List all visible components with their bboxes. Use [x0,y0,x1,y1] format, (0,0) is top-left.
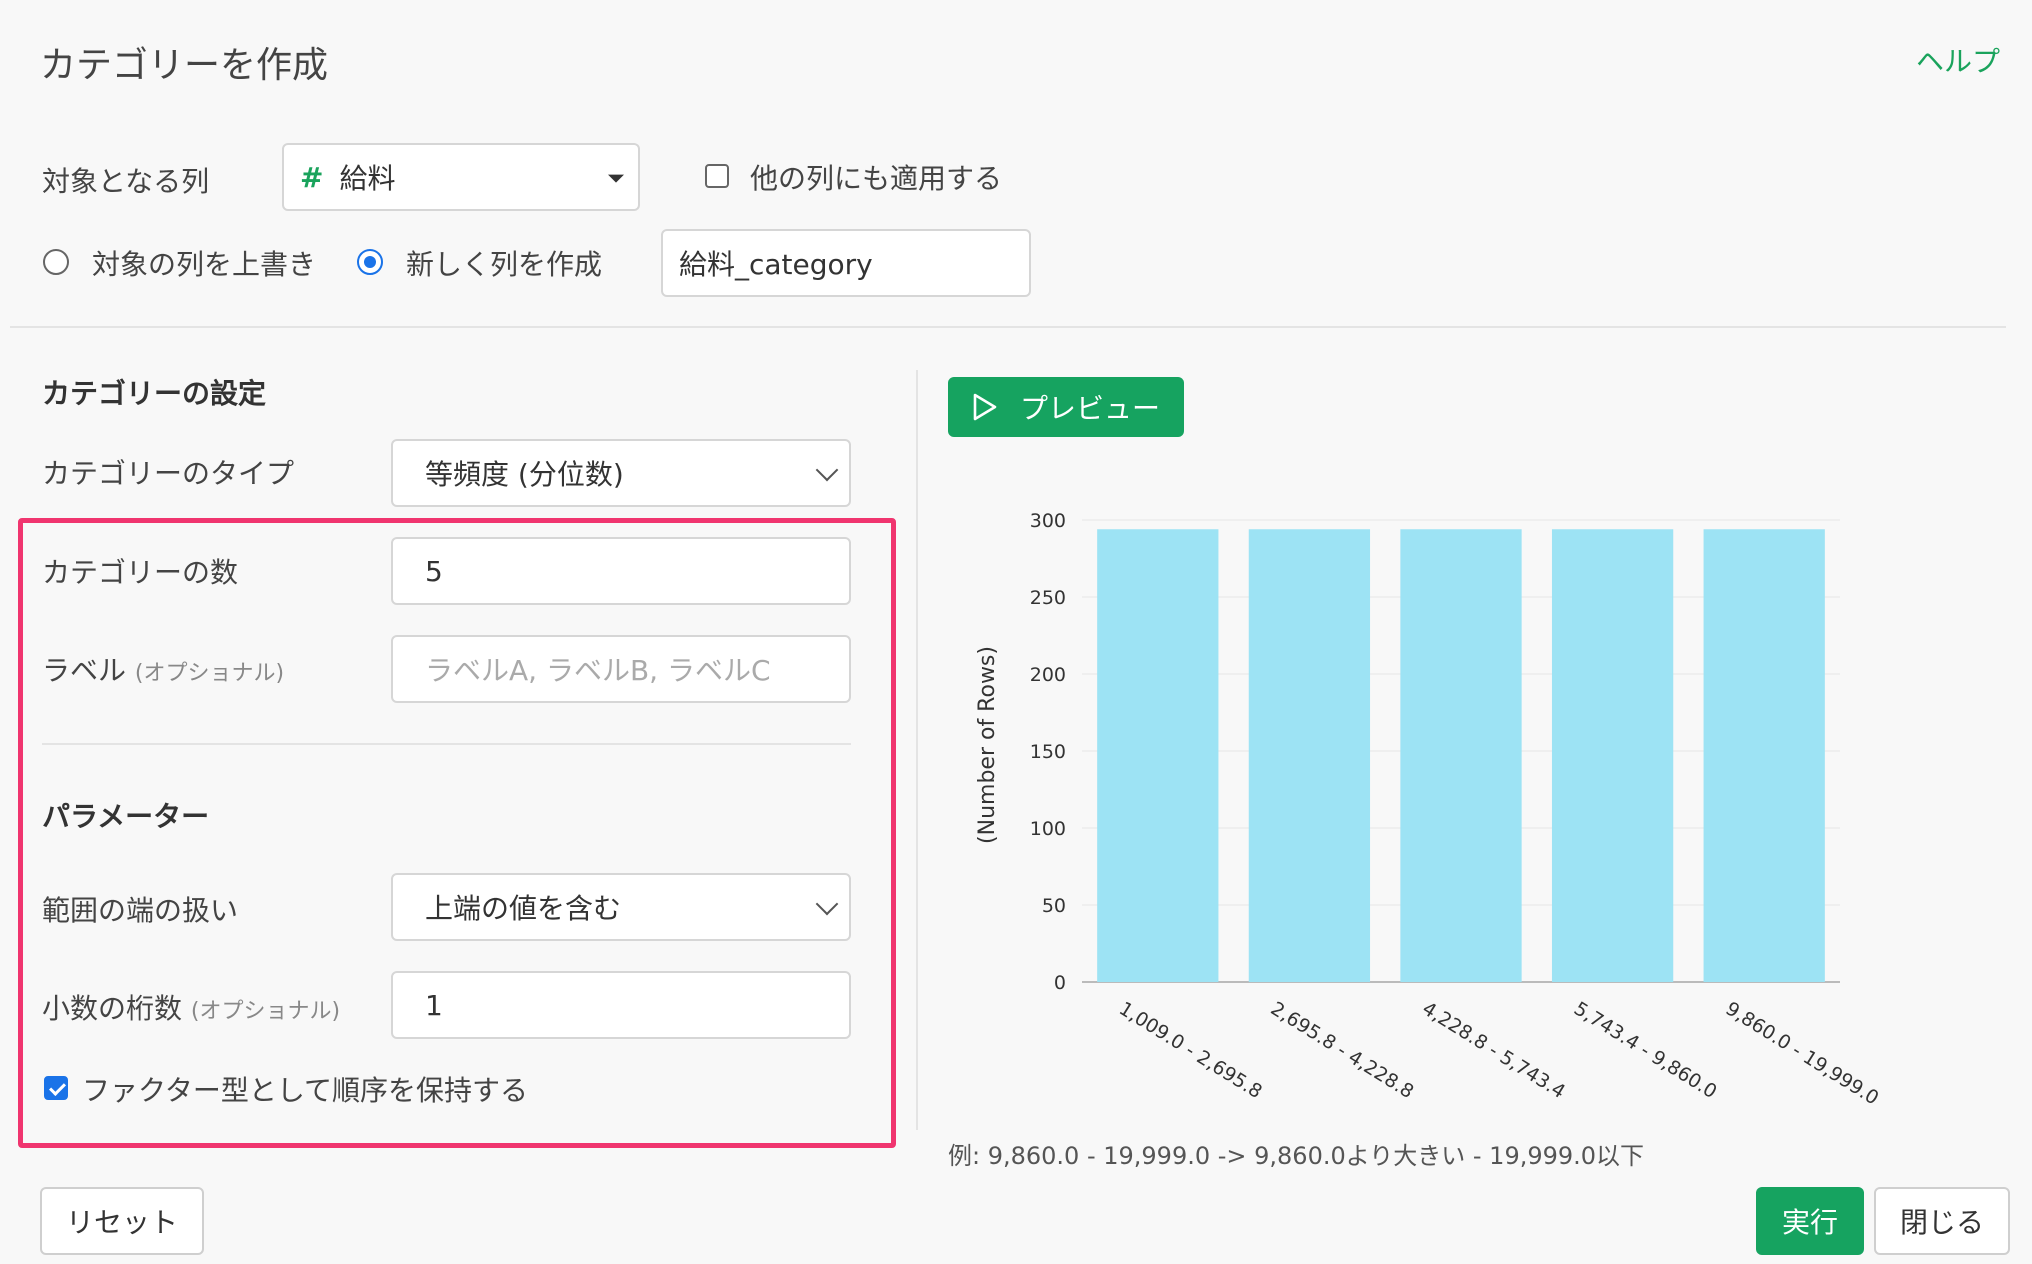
label-input[interactable]: ラベルA, ラベルB, ラベルC [391,635,851,703]
edge-handling-value: 上端の値を含む [425,892,622,925]
reset-button[interactable]: リセット [40,1187,204,1255]
bar [1248,529,1371,982]
parameters-title: パラメーター [42,800,210,833]
close-button[interactable]: 閉じる [1874,1187,2010,1255]
create-new-label: 新しく列を作成 [406,248,603,281]
y-tick-label: 200 [1030,664,1066,686]
bar [1400,529,1522,982]
target-column-value: 給料 [339,162,396,195]
edge-handling-label: 範囲の端の扱い [42,894,239,927]
category-type-select[interactable]: 等頻度 (分位数) [391,439,851,507]
category-type-value: 等頻度 (分位数) [425,458,624,491]
x-tick-label: 4,228.8 - 5,743.4 [1418,998,1569,1104]
decimal-label: 小数の桁数 (オプショナル) [42,987,340,1027]
label-field-label: ラベル (オプショナル) [42,649,284,689]
create-new-radio[interactable] [357,249,383,275]
overwrite-label: 対象の列を上書き [92,248,317,281]
decimal-input[interactable]: 1 [391,971,851,1039]
preview-chart: 0 50 100 150 200 250 300 1,009.0 - 2,695.8 2,69… [975,510,1883,1110]
target-column-label: 対象となる列 [42,165,210,198]
bar [1551,529,1674,982]
label-field-text: ラベル [42,654,127,687]
apply-other-checkbox[interactable] [705,164,729,188]
dialog-title: カテゴリーを作成 [40,45,329,86]
x-tick-label: 2,695.8 - 4,228.8 [1267,998,1418,1104]
x-tick-label: 9,860.0 - 19,999.0 [1722,998,1883,1110]
play-icon [973,393,997,421]
column-separator [916,370,918,1130]
apply-other-label: 他の列にも適用する [750,162,1003,195]
settings-divider [42,743,851,745]
factor-order-label: ファクター型として順序を保持する [82,1074,529,1107]
chevron-down-icon [815,458,839,482]
category-count-input[interactable]: 5 [391,537,851,605]
new-column-name-input[interactable]: 給料_category [661,229,1031,297]
label-optional-text: (オプショナル) [134,661,285,686]
example-note: 例: 9,860.0 - 19,999.0 -> 9,860.0より大きい - … [948,1142,1645,1170]
y-tick-label: 100 [1030,818,1066,840]
factor-order-checkbox[interactable] [44,1076,68,1100]
divider [10,326,2006,328]
overwrite-radio[interactable] [43,249,69,275]
y-tick-label: 50 [1042,895,1066,917]
target-column-select[interactable]: # 給料 [282,143,640,211]
y-tick-label: 150 [1030,741,1066,763]
preview-button-label: プレビュー [1020,392,1161,425]
y-tick-label: 0 [1054,972,1066,994]
decimal-optional-text: (オプショナル) [190,999,341,1024]
chevron-down-icon [815,892,839,916]
preview-button[interactable]: プレビュー [948,377,1184,437]
number-type-icon: # [300,160,324,194]
bar [1703,529,1825,982]
edge-handling-select[interactable]: 上端の値を含む [391,873,851,941]
category-type-label: カテゴリーのタイプ [42,457,295,490]
y-tick-label: 300 [1030,510,1066,532]
caret-down-icon [608,174,624,183]
bar [1097,529,1219,982]
decimal-label-text: 小数の桁数 [42,992,183,1025]
category-count-label: カテゴリーの数 [42,556,239,589]
x-tick-label: 5,743.4 - 9,860.0 [1570,998,1721,1104]
y-axis-label: (Number of Rows) [975,646,1000,844]
y-tick-label: 250 [1030,587,1066,609]
x-tick-label: 1,009.0 - 2,695.8 [1115,998,1266,1104]
run-button[interactable]: 実行 [1756,1187,1864,1255]
category-settings-title: カテゴリーの設定 [42,377,267,410]
help-link[interactable]: ヘルプ [1916,40,2000,80]
